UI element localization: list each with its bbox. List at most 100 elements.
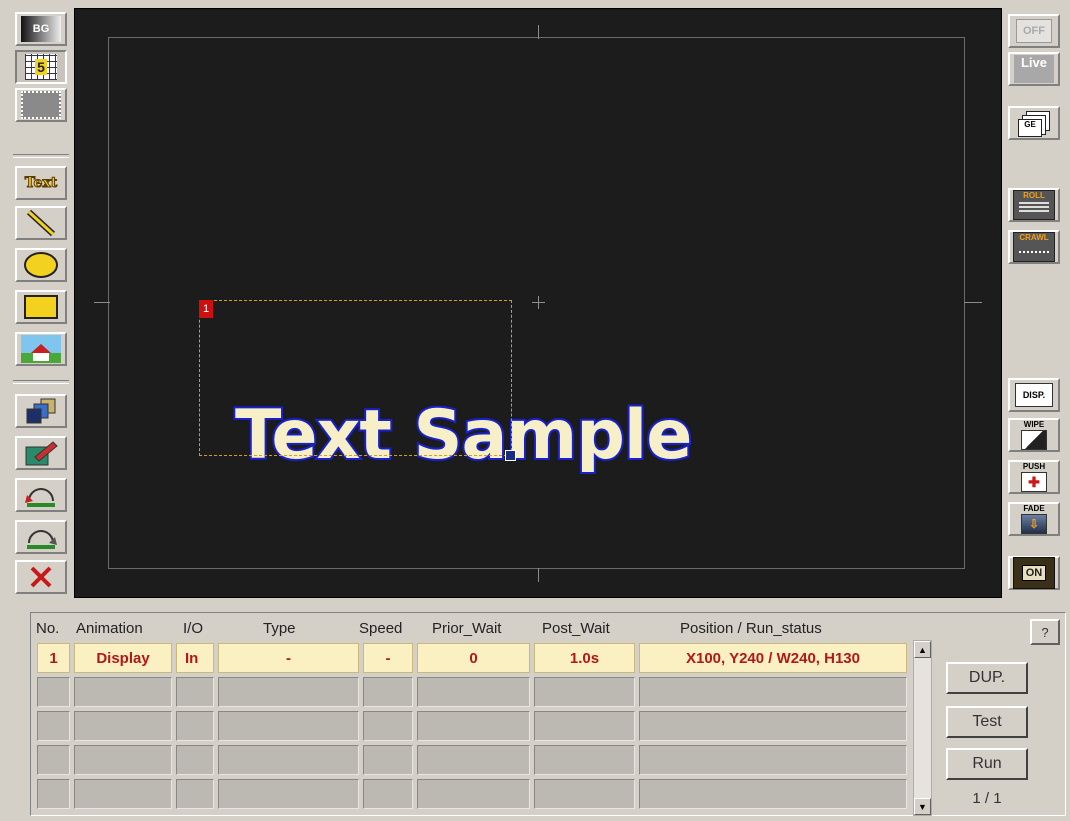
cell-no[interactable]: 1	[37, 643, 70, 673]
scroll-up-icon[interactable]: ▲	[914, 641, 931, 658]
picture-icon	[21, 335, 61, 363]
monitor-on-icon: ON	[1013, 557, 1055, 589]
table-cell[interactable]	[534, 711, 635, 741]
cell-io[interactable]: In	[176, 643, 214, 673]
header-animation: Animation	[76, 620, 143, 637]
header-type: Type	[263, 620, 296, 637]
cell-position[interactable]: X100, Y240 / W240, H130	[639, 643, 907, 673]
table-cell[interactable]	[363, 779, 413, 809]
table-cell[interactable]	[74, 711, 172, 741]
selection-box[interactable]	[199, 300, 512, 456]
toolbar-separator	[13, 380, 69, 384]
table-scrollbar[interactable]: ▲ ▼	[913, 640, 932, 816]
text-tool-icon: Text	[24, 175, 58, 192]
table-cell[interactable]	[417, 677, 530, 707]
grid-button[interactable]: 5	[15, 50, 67, 84]
table-cell[interactable]	[218, 745, 359, 775]
fade-icon: FADE ⇩	[1015, 504, 1053, 534]
rectangle-icon	[24, 295, 58, 319]
off-button[interactable]: OFF	[1008, 14, 1060, 48]
table-cell[interactable]	[74, 779, 172, 809]
cell-speed[interactable]: -	[363, 643, 413, 673]
table-cell[interactable]	[534, 677, 635, 707]
roll-button[interactable]: ROLL	[1008, 188, 1060, 222]
table-cell[interactable]	[218, 677, 359, 707]
center-tick-right	[964, 302, 982, 303]
live-button[interactable]: Live	[1008, 52, 1060, 86]
on-air-button[interactable]: ON	[1008, 556, 1060, 590]
table-cell[interactable]	[176, 677, 214, 707]
table-cell[interactable]	[176, 745, 214, 775]
text-tool-button[interactable]: Text	[15, 166, 67, 200]
table-cell[interactable]	[37, 677, 70, 707]
table-cell[interactable]	[639, 677, 907, 707]
center-tick-left	[94, 302, 110, 303]
page-indicator: 1 / 1	[972, 790, 1002, 807]
header-speed: Speed	[359, 620, 403, 637]
push-button[interactable]: PUSH ✚	[1008, 460, 1060, 494]
header-prior-wait: Prior_Wait	[432, 620, 502, 637]
layer-order-button[interactable]	[15, 394, 67, 428]
table-cell[interactable]	[74, 745, 172, 775]
table-cell[interactable]	[218, 711, 359, 741]
center-tick-top	[538, 25, 539, 39]
table-cell[interactable]	[534, 745, 635, 775]
table-cell[interactable]	[37, 711, 70, 741]
table-cell[interactable]	[176, 711, 214, 741]
image-tool-button[interactable]	[15, 332, 67, 366]
header-io: I/O	[183, 620, 204, 637]
background-button[interactable]: BG	[15, 12, 67, 46]
rotate-left-button[interactable]	[15, 478, 67, 512]
live-icon: Live	[1014, 55, 1054, 83]
bg-icon: BG	[21, 16, 61, 42]
table-cell[interactable]	[639, 711, 907, 741]
right-toolbar: OFF Live GE ROLL CRAWL DISP. WIPE PUSH ✚ …	[1003, 8, 1065, 598]
table-cell[interactable]	[417, 711, 530, 741]
table-cell[interactable]	[74, 677, 172, 707]
dup-button[interactable]: DUP.	[946, 662, 1028, 694]
crawl-button[interactable]: CRAWL	[1008, 230, 1060, 264]
close-icon	[30, 566, 52, 588]
table-cell[interactable]	[417, 745, 530, 775]
table-cell[interactable]	[639, 745, 907, 775]
rotate-right-button[interactable]	[15, 520, 67, 554]
run-button[interactable]: Run	[946, 748, 1028, 780]
ellipse-icon	[24, 252, 58, 278]
table-cell[interactable]	[639, 779, 907, 809]
rotate-left-icon	[25, 488, 55, 507]
safe-area-button[interactable]	[15, 88, 67, 122]
wipe-icon: WIPE	[1015, 420, 1053, 450]
resize-handle[interactable]	[505, 450, 516, 461]
wipe-button[interactable]: WIPE	[1008, 418, 1060, 452]
ellipse-tool-button[interactable]	[15, 248, 67, 282]
table-cell[interactable]	[176, 779, 214, 809]
line-tool-button[interactable]	[15, 206, 67, 240]
header-position: Position / Run_status	[680, 620, 822, 637]
ge-button[interactable]: GE	[1008, 106, 1060, 140]
left-toolbar: BG 5 Text	[10, 8, 72, 598]
scroll-down-icon[interactable]: ▼	[914, 798, 931, 815]
cell-type[interactable]: -	[218, 643, 359, 673]
table-cell[interactable]	[218, 779, 359, 809]
table-cell[interactable]	[363, 745, 413, 775]
rectangle-tool-button[interactable]	[15, 290, 67, 324]
toolbar-separator	[13, 154, 69, 158]
table-cell[interactable]	[534, 779, 635, 809]
fade-button[interactable]: FADE ⇩	[1008, 502, 1060, 536]
table-cell[interactable]	[37, 745, 70, 775]
disp-button[interactable]: DISP.	[1008, 378, 1060, 412]
table-cell[interactable]	[37, 779, 70, 809]
table-cell[interactable]	[363, 677, 413, 707]
table-cell[interactable]	[417, 779, 530, 809]
grid-icon: 5	[25, 54, 57, 80]
edit-object-button[interactable]	[15, 436, 67, 470]
cell-animation[interactable]: Display	[74, 643, 172, 673]
delete-button[interactable]	[15, 560, 67, 594]
cell-post-wait[interactable]: 1.0s	[534, 643, 635, 673]
cell-prior-wait[interactable]: 0	[417, 643, 530, 673]
display-icon: DISP.	[1015, 383, 1053, 407]
table-cell[interactable]	[363, 711, 413, 741]
monitor-off-icon: OFF	[1016, 19, 1052, 43]
test-button[interactable]: Test	[946, 706, 1028, 738]
help-button[interactable]: ?	[1030, 619, 1060, 645]
